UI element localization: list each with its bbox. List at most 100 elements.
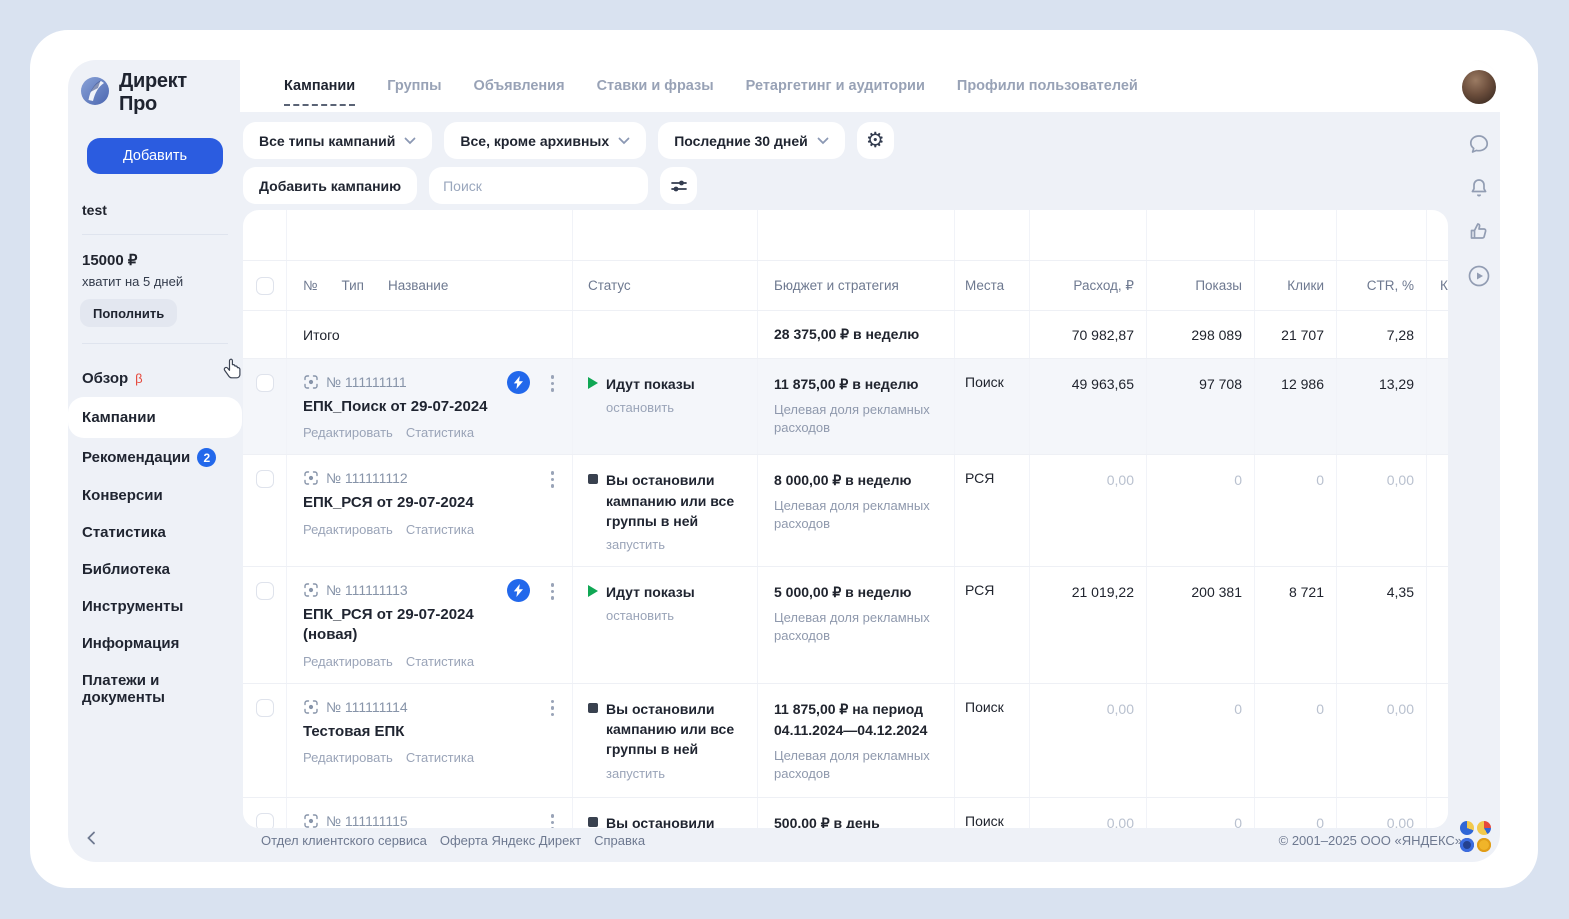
clicks-value: 12 986 xyxy=(1255,359,1337,454)
collapse-sidebar-button[interactable] xyxy=(86,831,96,849)
col-budget[interactable]: Бюджет и стратегия xyxy=(774,278,899,293)
campaign-number[interactable]: № 111111112 xyxy=(326,470,408,486)
status-action-link[interactable]: остановить xyxy=(606,608,745,623)
sidebar-item[interactable]: Библиотека xyxy=(80,551,230,588)
status-running-icon xyxy=(588,377,598,389)
status-running-icon xyxy=(588,585,598,597)
row-menu-button[interactable] xyxy=(549,469,557,490)
count-badge: 2 xyxy=(197,448,216,467)
copyright: © 2001–2025 ООО «ЯНДЕКС» xyxy=(1279,833,1462,848)
row-menu-button[interactable] xyxy=(549,698,557,719)
footer-link[interactable]: Отдел клиентского сервиса xyxy=(261,833,427,848)
period-filter[interactable]: Последние 30 дней xyxy=(658,122,845,159)
feedback-button[interactable] xyxy=(1465,218,1493,246)
add-button[interactable]: Добавить xyxy=(87,138,223,174)
campaign-number[interactable]: № 111111114 xyxy=(326,699,408,715)
avatar[interactable] xyxy=(1462,70,1496,104)
pie-blue-yellow-icon[interactable] xyxy=(1460,821,1474,835)
totals-shows: 298 089 xyxy=(1147,311,1255,358)
archive-filter[interactable]: Все, кроме архивных xyxy=(444,122,646,159)
edit-link[interactable]: Редактировать xyxy=(303,522,393,537)
col-places[interactable]: Места xyxy=(965,278,1004,293)
col-num[interactable]: № xyxy=(303,278,317,293)
navy-ring-icon[interactable] xyxy=(1460,838,1474,852)
topup-button[interactable]: Пополнить xyxy=(80,299,177,327)
campaign-name[interactable]: ЕПК_РСЯ от 29-07-2024 (новая) xyxy=(303,605,502,646)
sidebar-item[interactable]: Конверсии xyxy=(80,477,230,514)
col-conversions[interactable]: Конверсии xyxy=(1440,278,1448,293)
balance-note: хватит на 5 дней xyxy=(82,274,230,289)
statistics-link[interactable]: Статистика xyxy=(406,522,474,537)
col-type[interactable]: Тип xyxy=(341,278,364,293)
row-checkbox[interactable] xyxy=(256,470,274,488)
tab[interactable]: Ретаргетинг и аудитории xyxy=(746,64,925,108)
col-status[interactable]: Статус xyxy=(588,278,631,293)
edit-link[interactable]: Редактировать xyxy=(303,654,393,669)
footer-link[interactable]: Справка xyxy=(594,833,645,848)
col-shows[interactable]: Показы xyxy=(1195,278,1242,293)
row-checkbox[interactable] xyxy=(256,699,274,717)
campaign-type-icon xyxy=(303,699,319,715)
table-settings-button[interactable]: ⚙ xyxy=(857,122,894,159)
ctr-value: 0,00 xyxy=(1337,684,1427,797)
spend-value: 0,00 xyxy=(1030,684,1147,797)
row-menu-button[interactable] xyxy=(549,373,557,394)
col-spend[interactable]: Расход, ₽ xyxy=(1073,278,1134,294)
yellow-red-pie-icon[interactable] xyxy=(1477,821,1491,835)
clicks-value: 0 xyxy=(1255,684,1337,797)
edit-link[interactable]: Редактировать xyxy=(303,425,393,440)
row-checkbox[interactable] xyxy=(256,582,274,600)
totals-label: Итого xyxy=(287,311,573,358)
campaign-name[interactable]: ЕПК_Поиск от 29-07-2024 xyxy=(303,397,502,417)
sidebar-item[interactable]: Платежи и документы xyxy=(80,662,230,716)
account-name[interactable]: test xyxy=(82,202,230,218)
campaign-number[interactable]: № 111111111 xyxy=(326,374,407,390)
sidebar-item[interactable]: Кампании xyxy=(68,397,242,438)
status-action-link[interactable]: запустить xyxy=(606,537,745,552)
yellow-dot-icon[interactable] xyxy=(1477,838,1491,852)
sidebar-item[interactable]: Рекомендации 2 xyxy=(80,438,230,477)
chat-button[interactable] xyxy=(1465,130,1493,158)
sidebar-item[interactable]: Информация xyxy=(80,625,230,662)
col-clicks[interactable]: Клики xyxy=(1287,278,1324,293)
campaign-type-filter[interactable]: Все типы кампаний xyxy=(243,122,432,159)
right-rail xyxy=(1462,70,1496,298)
campaign-number[interactable]: № 111111113 xyxy=(326,582,408,598)
advanced-filter-button[interactable] xyxy=(660,167,697,204)
row-menu-button[interactable] xyxy=(549,581,557,602)
budget-value: 5 000,00 ₽ в неделю xyxy=(774,582,940,603)
status-action-link[interactable]: остановить xyxy=(606,400,745,415)
boost-badge[interactable] xyxy=(507,579,530,602)
search-input[interactable] xyxy=(429,167,648,204)
statistics-link[interactable]: Статистика xyxy=(406,750,474,765)
sidebar-item[interactable]: Статистика xyxy=(80,514,230,551)
beta-label: β xyxy=(135,371,142,386)
tab[interactable]: Кампании xyxy=(284,64,355,108)
sidebar-item[interactable]: Обзор β xyxy=(80,360,230,397)
campaign-name[interactable]: ЕПК_РСЯ от 29-07-2024 xyxy=(303,493,502,513)
edit-link[interactable]: Редактировать xyxy=(303,750,393,765)
lightning-icon xyxy=(513,584,524,597)
statistics-link[interactable]: Статистика xyxy=(406,425,474,440)
video-help-button[interactable] xyxy=(1465,262,1493,290)
logo[interactable]: Директ Про xyxy=(80,70,230,116)
tab[interactable]: Объявления xyxy=(474,64,565,108)
col-ctr[interactable]: CTR, % xyxy=(1367,278,1414,293)
statistics-link[interactable]: Статистика xyxy=(406,654,474,669)
tab[interactable]: Профили пользователей xyxy=(957,64,1138,108)
notifications-button[interactable] xyxy=(1465,174,1493,202)
status-action-link[interactable]: запустить xyxy=(606,766,745,781)
col-name[interactable]: Название xyxy=(388,278,448,293)
boost-badge[interactable] xyxy=(507,371,530,394)
spend-value: 0,00 xyxy=(1030,455,1147,566)
shows-value: 97 708 xyxy=(1147,359,1255,454)
sidebar-item[interactable]: Инструменты xyxy=(80,588,230,625)
add-campaign-button[interactable]: Добавить кампанию xyxy=(243,167,417,204)
tab[interactable]: Группы xyxy=(387,64,441,108)
tab[interactable]: Ставки и фразы xyxy=(597,64,714,108)
row-checkbox[interactable] xyxy=(256,374,274,392)
budget-value: 11 875,00 ₽ на период 04.11.2024—04.12.2… xyxy=(774,699,940,741)
footer-link[interactable]: Оферта Яндекс Директ xyxy=(440,833,581,848)
select-all-checkbox[interactable] xyxy=(256,277,274,295)
campaign-name[interactable]: Тестовая ЕПК xyxy=(303,722,502,742)
